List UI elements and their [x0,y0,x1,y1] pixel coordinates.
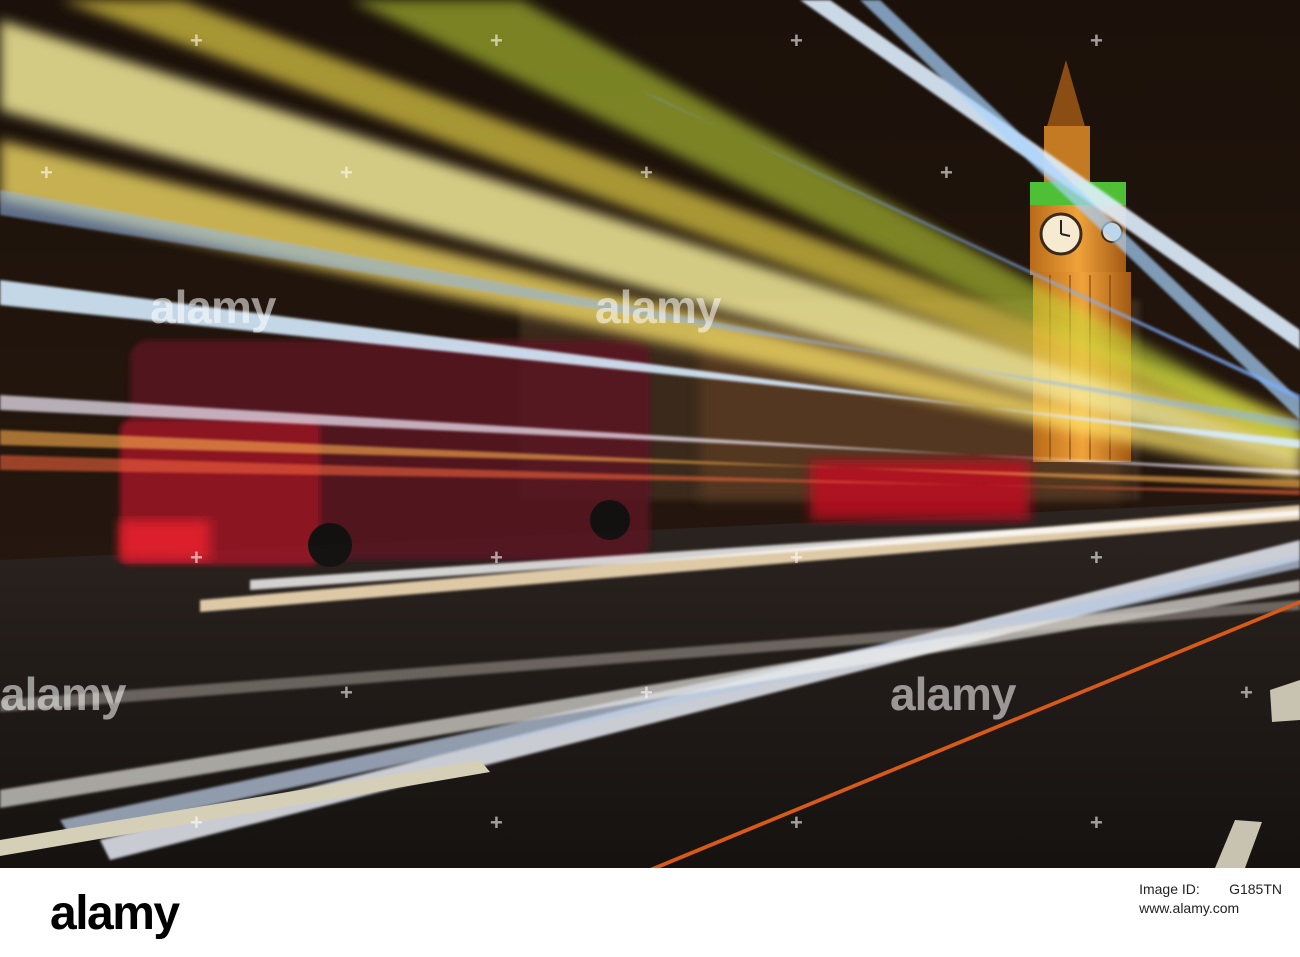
watermark-plus: + [40,160,53,185]
footer-bar: alamy Image ID: G185TN www.alamy.com [0,868,1300,957]
stock-photo: alamy alamy alamy alamy + + + + + + + + … [0,0,1300,868]
watermark-plus: + [190,545,203,570]
watermark-plus: + [1240,680,1253,705]
watermark-plus: + [640,680,653,705]
watermark-plus: + [640,160,653,185]
watermark: alamy [890,668,1016,720]
watermark-plus: + [790,810,803,835]
image-id: G185TN [1229,881,1282,897]
watermark: alamy [150,281,276,333]
watermark-plus: + [1090,28,1103,53]
watermark-plus: + [190,810,203,835]
light-trails-scene [0,0,1300,868]
watermark-plus: + [490,28,503,53]
watermark: alamy [595,281,721,333]
watermark-plus: + [340,680,353,705]
watermark-plus: + [790,28,803,53]
watermark-plus: + [1090,810,1103,835]
watermark-plus: + [1090,545,1103,570]
watermark-plus: + [490,810,503,835]
watermark-plus: + [340,160,353,185]
alamy-logo[interactable]: alamy [50,886,180,941]
watermark-plus: + [940,160,953,185]
image-meta: Image ID: G185TN www.alamy.com [1139,880,1282,918]
watermark-plus: + [790,545,803,570]
watermark: alamy [0,668,126,720]
watermark-plus: + [190,28,203,53]
site-url[interactable]: www.alamy.com [1139,900,1239,916]
watermark-plus: + [490,545,503,570]
image-id-label: Image ID: [1139,881,1200,897]
